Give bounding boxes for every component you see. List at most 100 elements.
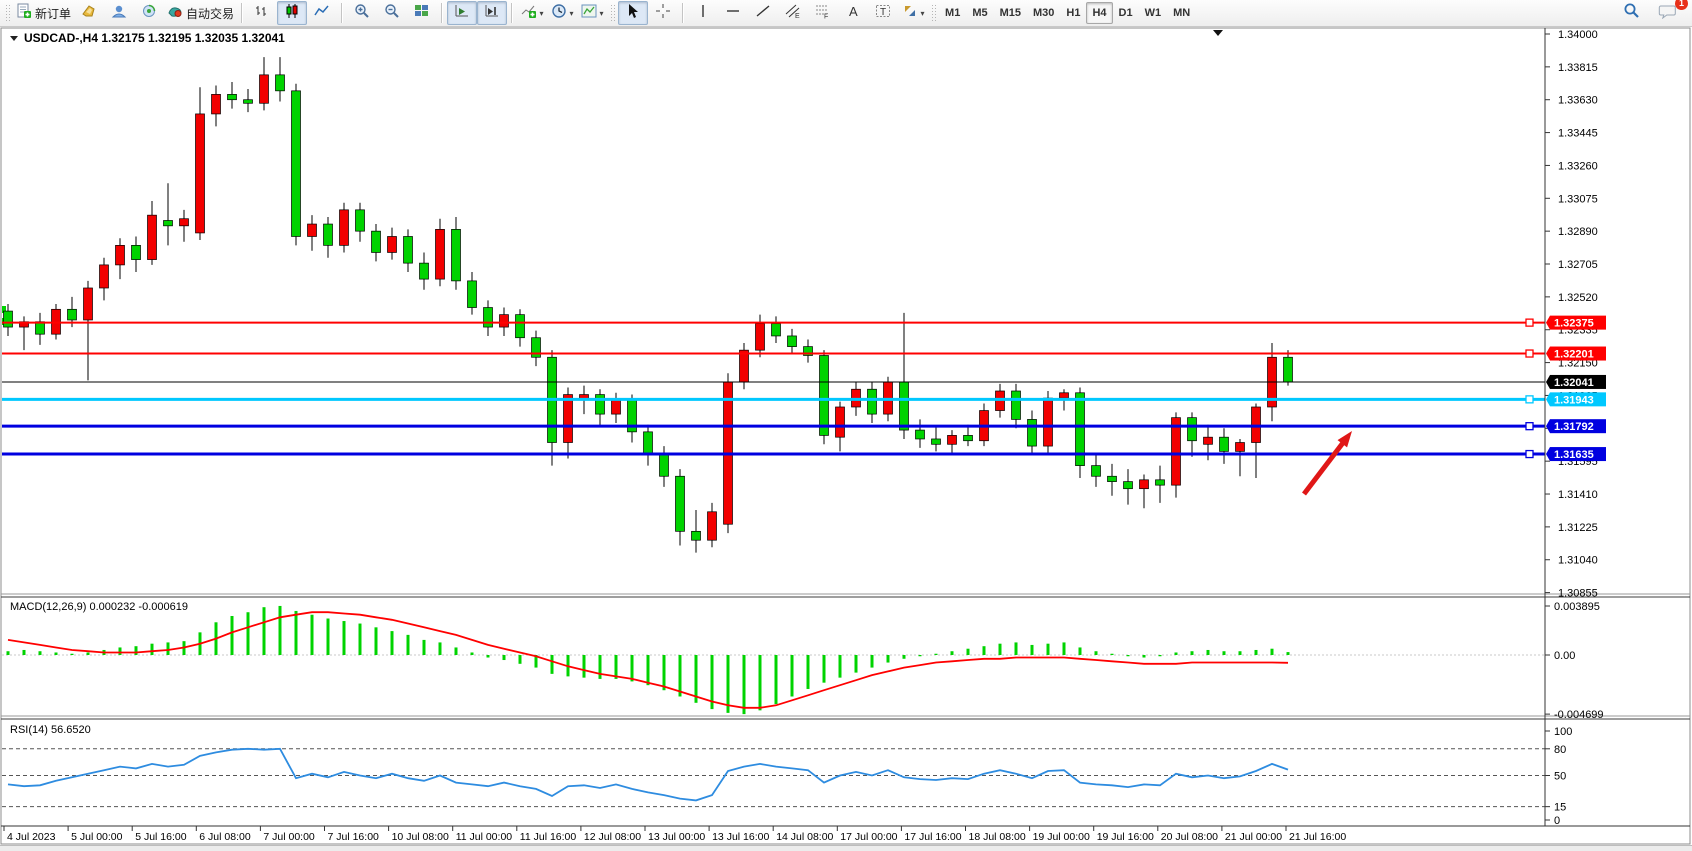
vertical-line-button[interactable] (688, 1, 718, 25)
candlestick-chart-button[interactable] (277, 1, 307, 25)
candle-body (372, 231, 381, 252)
hline-handle[interactable] (1526, 423, 1533, 430)
tile-windows-button[interactable] (407, 1, 437, 25)
templates-icon (581, 3, 597, 24)
candle-body (740, 350, 749, 382)
notifications-button[interactable]: 1 (1652, 1, 1682, 25)
candle-body (84, 288, 93, 320)
price-axis-label: 1.30855 (1558, 588, 1598, 600)
candle-body (292, 91, 301, 237)
chart-shift-button[interactable] (477, 1, 507, 25)
chart-window: USDCAD-,H4 1.32175 1.32195 1.32035 1.320… (0, 27, 1692, 845)
time-axis-label: 19 Jul 16:00 (1097, 831, 1154, 843)
tile-windows-icon (414, 3, 430, 24)
indicators-button[interactable]: ▾ (517, 1, 547, 25)
svg-text:F: F (824, 13, 828, 19)
zoom-out-button[interactable] (377, 1, 407, 25)
price-axis-label: 1.32705 (1558, 259, 1598, 271)
candle-body (68, 309, 77, 320)
hline-handle[interactable] (1526, 396, 1533, 403)
price-axis-label: 1.33630 (1558, 95, 1598, 107)
hline-handle[interactable] (1526, 350, 1533, 357)
time-axis-label: 13 Jul 00:00 (648, 831, 705, 843)
text-label-icon: T (875, 3, 891, 24)
timeframe-mn-button[interactable]: MN (1167, 2, 1196, 24)
status-bar (0, 845, 1692, 851)
candle-body (1060, 393, 1069, 398)
svg-text:E: E (795, 13, 800, 19)
bar-chart-icon (254, 3, 270, 24)
signals-button[interactable] (134, 1, 164, 25)
line-chart-button[interactable] (307, 1, 337, 25)
crosshair-button[interactable] (648, 1, 678, 25)
timeframe-m5-button[interactable]: M5 (966, 2, 993, 24)
timeframe-m30-button[interactable]: M30 (1027, 2, 1060, 24)
quotes-button[interactable] (74, 1, 104, 25)
candle-body (500, 315, 509, 327)
toolbar-grip[interactable] (931, 4, 936, 22)
signals-icon (141, 3, 157, 24)
candle-body (932, 439, 941, 444)
candle-body (1236, 443, 1245, 452)
dropdown-arrow-icon: ▾ (570, 9, 574, 18)
arrows-icon (902, 3, 918, 24)
text-label-button[interactable]: T (868, 1, 898, 25)
main-toolbar: 新订单 自动交易 ▾ ▾ ▾ E F A T ▾ M1M5M15M30H1H4D… (0, 0, 1692, 27)
periods-button[interactable]: ▾ (547, 1, 577, 25)
trendline-button[interactable] (748, 1, 778, 25)
new-order-icon (16, 3, 32, 24)
price-tag-1.32375: 1.32375 (1546, 316, 1606, 330)
search-button[interactable] (1616, 1, 1646, 25)
cursor-icon (625, 3, 641, 24)
text-button[interactable]: A (838, 1, 868, 25)
time-axis-label: 5 Jul 16:00 (135, 831, 187, 843)
autotrading-button[interactable]: 自动交易 (164, 1, 237, 25)
usdcad-h4-chart[interactable]: USDCAD-,H4 1.32175 1.32195 1.32035 1.320… (0, 27, 1692, 845)
arrows-button[interactable]: ▾ (898, 1, 928, 25)
templates-button[interactable]: ▾ (577, 1, 607, 25)
rsi-axis-label: 80 (1554, 744, 1566, 756)
toolbar-separator (511, 3, 513, 23)
candle-body (276, 75, 285, 91)
timeframe-h1-button[interactable]: H1 (1060, 2, 1086, 24)
price-axis-label: 1.34000 (1558, 29, 1598, 41)
hline-handle[interactable] (1526, 451, 1533, 458)
time-axis-label: 4 Jul 2023 (7, 831, 56, 843)
channel-button[interactable]: E (778, 1, 808, 25)
candle-body (324, 224, 333, 245)
timeframe-m1-button[interactable]: M1 (939, 2, 966, 24)
notification-badge: 1 (1675, 0, 1688, 10)
candle-body (1140, 480, 1149, 489)
chart-shift-icon (484, 3, 500, 24)
periods-icon (551, 3, 567, 24)
new-order-button[interactable]: 新订单 (13, 1, 74, 25)
candle-body (916, 430, 925, 439)
timeframe-m15-button[interactable]: M15 (994, 2, 1027, 24)
horizontal-line-button[interactable] (718, 1, 748, 25)
timeframe-w1-button[interactable]: W1 (1139, 2, 1168, 24)
timeframe-d1-button[interactable]: D1 (1113, 2, 1139, 24)
candle-body (1012, 391, 1021, 419)
time-axis-label: 6 Jul 08:00 (199, 831, 251, 843)
fibonacci-button[interactable]: F (808, 1, 838, 25)
auto-scroll-button[interactable] (447, 1, 477, 25)
candle-body (900, 382, 909, 430)
candle-body (756, 324, 765, 351)
toolbar-grip[interactable] (5, 4, 10, 22)
zoom-in-button[interactable] (347, 1, 377, 25)
candle-body (228, 94, 237, 99)
candle (820, 350, 829, 444)
candle-body (404, 236, 413, 263)
time-axis-label: 19 Jul 00:00 (1033, 831, 1090, 843)
candle-body (1188, 418, 1197, 441)
time-axis-label: 5 Jul 00:00 (71, 831, 123, 843)
candle-body (1028, 419, 1037, 446)
horizontal-line-icon (725, 3, 741, 24)
toolbar-grip[interactable] (610, 4, 615, 22)
hline-handle[interactable] (1526, 319, 1533, 326)
bar-chart-button[interactable] (247, 1, 277, 25)
zoom-in-icon (354, 3, 370, 24)
timeframe-h4-button[interactable]: H4 (1086, 2, 1112, 24)
cursor-button[interactable] (618, 1, 648, 25)
community-button[interactable] (104, 1, 134, 25)
